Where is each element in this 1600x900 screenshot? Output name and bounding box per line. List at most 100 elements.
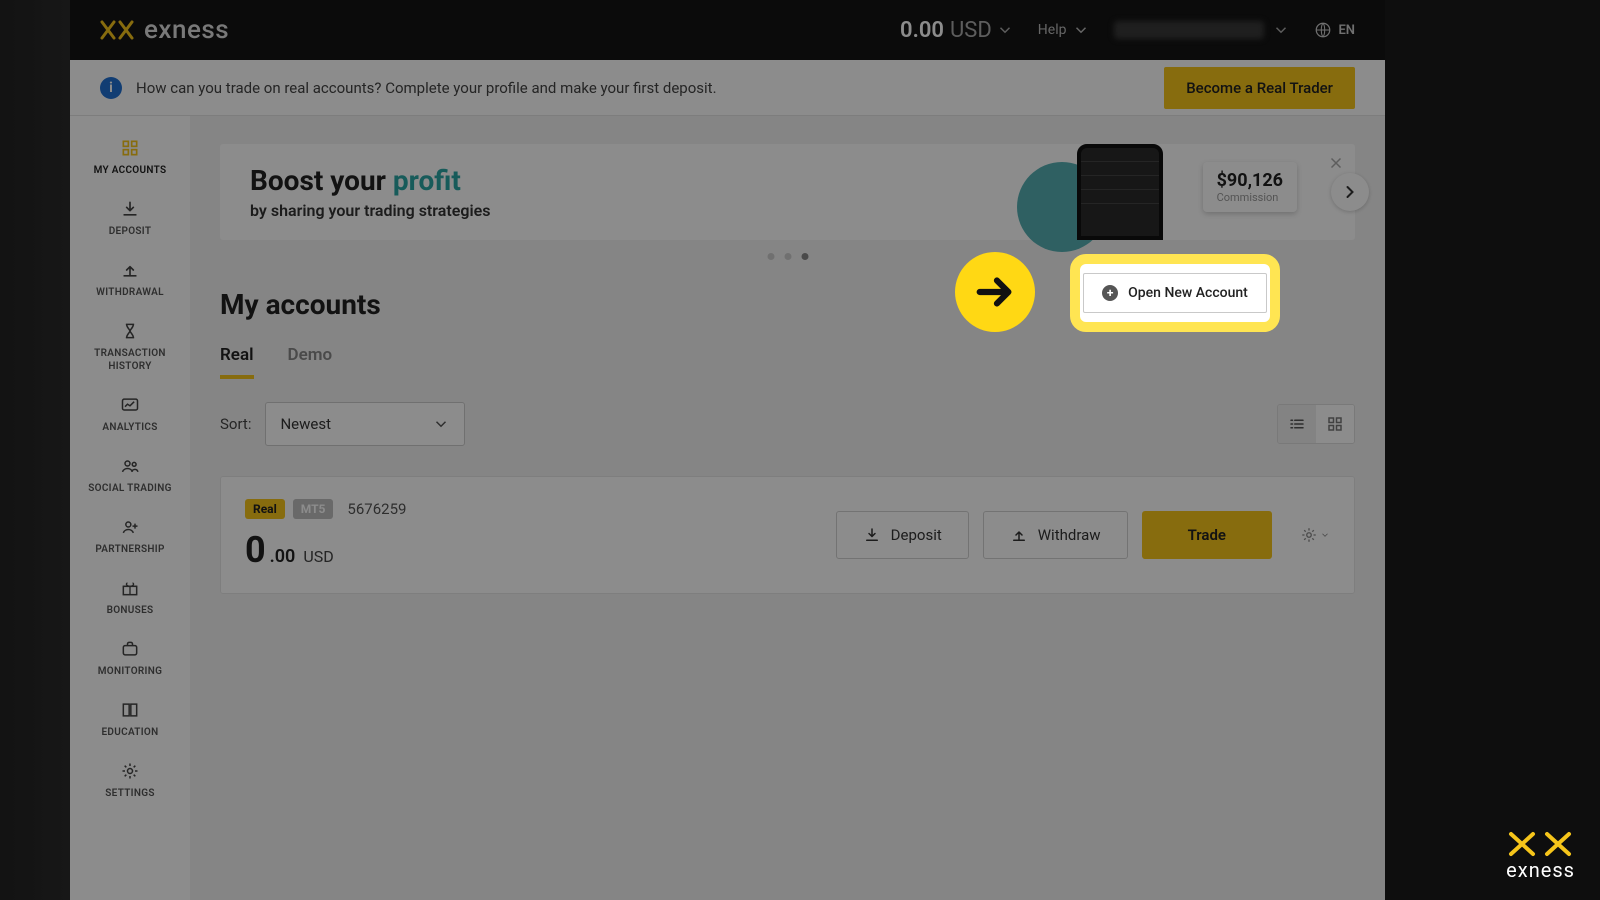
- sidebar-item-label: TRANSACTION HISTORY: [74, 347, 186, 373]
- account-tag-real: Real: [245, 499, 285, 519]
- sort-value: Newest: [280, 415, 331, 433]
- view-list-button[interactable]: [1278, 405, 1316, 443]
- grid-icon: [120, 138, 140, 158]
- brand-logo[interactable]: exness: [100, 15, 229, 45]
- sidebar-item-bonuses[interactable]: BONUSES: [74, 578, 186, 617]
- notice-bar: i How can you trade on real accounts? Co…: [70, 60, 1385, 116]
- sidebar-item-deposit[interactable]: DEPOSIT: [74, 199, 186, 238]
- list-icon: [1288, 415, 1306, 433]
- person-plus-icon: [120, 517, 140, 537]
- language-selector[interactable]: EN: [1314, 21, 1355, 39]
- open-new-account-highlight: + Open New Account: [1070, 254, 1280, 332]
- chevron-down-icon: [996, 21, 1014, 39]
- highlight-arrow-icon: [955, 252, 1035, 332]
- sidebar-item-label: SETTINGS: [74, 787, 186, 800]
- banner-close-button[interactable]: [1327, 154, 1345, 176]
- people-icon: [120, 456, 140, 476]
- sidebar-item-label: ANALYTICS: [74, 421, 186, 434]
- sidebar-item-monitoring[interactable]: MONITORING: [74, 639, 186, 678]
- promo-banner: Boost your profit by sharing your tradin…: [220, 144, 1355, 240]
- sidebar-item-label: MONITORING: [74, 665, 186, 678]
- briefcase-icon: [120, 639, 140, 659]
- withdraw-label: Withdraw: [1038, 526, 1101, 544]
- header-balance-currency: USD: [950, 18, 992, 43]
- accounts-toolbar: Sort: Newest: [220, 402, 1355, 446]
- upload-icon: [120, 260, 140, 280]
- watermark-text: exness: [1505, 858, 1575, 882]
- watermark: exness: [1505, 830, 1575, 882]
- account-balance-dec: .00: [270, 546, 296, 567]
- language-label: EN: [1338, 23, 1355, 38]
- header-balance-value: 0.00: [900, 18, 944, 43]
- sidebar-item-label: WITHDRAWAL: [74, 286, 186, 299]
- balance-dropdown[interactable]: [996, 21, 1014, 39]
- topbar: exness 0.00 USD Help EN: [70, 0, 1385, 60]
- sidebar-item-label: BONUSES: [74, 604, 186, 617]
- account-card: Real MT5 5676259 0 .00 USD: [220, 476, 1355, 594]
- download-icon: [120, 199, 140, 219]
- chevron-right-icon: [1340, 182, 1360, 202]
- tab-real[interactable]: Real: [220, 345, 254, 379]
- view-grid-button[interactable]: [1316, 405, 1354, 443]
- chart-icon: [120, 395, 140, 415]
- upload-icon: [1010, 526, 1028, 544]
- banner-title-accent: profit: [393, 164, 461, 197]
- deposit-label: Deposit: [891, 526, 942, 544]
- hourglass-icon: [120, 321, 140, 341]
- sidebar-item-transaction-history[interactable]: TRANSACTION HISTORY: [74, 321, 186, 373]
- sidebar: MY ACCOUNTS DEPOSIT WITHDRAWAL TRANSACTI…: [70, 116, 190, 900]
- sidebar-item-label: EDUCATION: [74, 726, 186, 739]
- book-icon: [120, 700, 140, 720]
- open-new-account-button[interactable]: + Open New Account: [1083, 273, 1267, 313]
- chevron-down-icon: [1072, 21, 1090, 39]
- sidebar-item-social-trading[interactable]: SOCIAL TRADING: [74, 456, 186, 495]
- banner-card-value: $90,126: [1217, 170, 1283, 191]
- sidebar-item-settings[interactable]: SETTINGS: [74, 761, 186, 800]
- close-icon: [1327, 154, 1345, 172]
- open-new-account-label: Open New Account: [1128, 285, 1248, 301]
- become-real-trader-button[interactable]: Become a Real Trader: [1164, 67, 1355, 109]
- banner-title-pre: Boost your: [250, 164, 393, 197]
- sidebar-item-label: SOCIAL TRADING: [74, 482, 186, 495]
- brand-name: exness: [144, 15, 229, 45]
- account-settings-button[interactable]: [1300, 526, 1330, 544]
- account-tabs: Real Demo: [220, 345, 1355, 380]
- tab-demo[interactable]: Demo: [288, 345, 333, 379]
- help-label: Help: [1038, 22, 1067, 38]
- sort-label: Sort:: [220, 415, 251, 433]
- sidebar-item-my-accounts[interactable]: MY ACCOUNTS: [74, 138, 186, 177]
- user-email-redacted: [1114, 21, 1264, 39]
- account-balance-int: 0: [245, 529, 266, 571]
- user-menu[interactable]: [1114, 21, 1290, 39]
- gear-icon: [120, 761, 140, 781]
- page-title: My accounts: [220, 288, 381, 321]
- gear-icon: [1300, 526, 1318, 544]
- trade-button[interactable]: Trade: [1142, 511, 1272, 559]
- sidebar-item-label: DEPOSIT: [74, 225, 186, 238]
- sidebar-item-label: MY ACCOUNTS: [74, 164, 186, 177]
- help-menu[interactable]: Help: [1038, 21, 1091, 39]
- withdraw-button[interactable]: Withdraw: [983, 511, 1128, 559]
- gift-icon: [120, 578, 140, 598]
- sidebar-item-analytics[interactable]: ANALYTICS: [74, 395, 186, 434]
- view-toggle: [1277, 404, 1355, 444]
- deposit-button[interactable]: Deposit: [836, 511, 969, 559]
- grid-icon: [1326, 415, 1344, 433]
- sidebar-item-partnership[interactable]: PARTNERSHIP: [74, 517, 186, 556]
- banner-illustration: $90,126 Commission: [1037, 144, 1297, 240]
- sort-select[interactable]: Newest: [265, 402, 465, 446]
- sidebar-item-education[interactable]: EDUCATION: [74, 700, 186, 739]
- main-content: Boost your profit by sharing your tradin…: [190, 116, 1385, 900]
- banner-next-button[interactable]: [1331, 173, 1369, 211]
- info-icon: i: [100, 77, 122, 99]
- brand-mark-icon: [1505, 830, 1575, 858]
- download-icon: [863, 526, 881, 544]
- banner-title: Boost your profit: [250, 164, 490, 197]
- chevron-down-icon: [432, 415, 450, 433]
- sidebar-item-withdrawal[interactable]: WITHDRAWAL: [74, 260, 186, 299]
- caret-down-icon: [1320, 530, 1330, 540]
- account-tag-platform: MT5: [293, 499, 334, 519]
- globe-icon: [1314, 21, 1332, 39]
- plus-icon: +: [1102, 285, 1118, 301]
- banner-dots[interactable]: [767, 253, 808, 260]
